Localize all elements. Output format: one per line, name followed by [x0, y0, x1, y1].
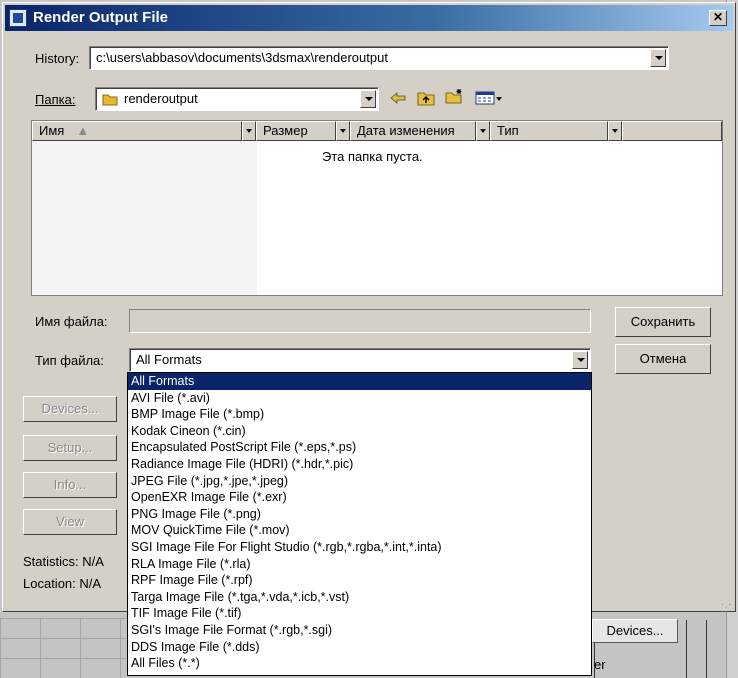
- filetype-option[interactable]: RPF Image File (*.rpf): [128, 572, 591, 589]
- name-column-shade: [32, 141, 257, 295]
- filetype-option[interactable]: SGI Image File For Flight Studio (*.rgb,…: [128, 539, 591, 556]
- filetype-options-list[interactable]: All Formats AVI File (*.avi) BMP Image Fil…: [127, 372, 592, 676]
- filetype-option[interactable]: DDS Image File (*.dds): [128, 639, 591, 656]
- history-combo[interactable]: c:\users\abbasov\documents\3dsmax\render…: [89, 46, 669, 70]
- file-list[interactable]: Имя ▲ Размер Дата изменения Тип Эта папка…: [31, 120, 723, 296]
- folder-icon: [102, 94, 118, 106]
- folder-value: renderoutput: [124, 91, 198, 106]
- column-size[interactable]: Размер: [256, 121, 336, 141]
- filetype-value: All Formats: [136, 352, 202, 367]
- background-divider: [706, 620, 707, 678]
- column-date[interactable]: Дата изменения: [350, 121, 476, 141]
- column-name-dropdown[interactable]: [242, 121, 256, 141]
- up-folder-icon[interactable]: [417, 90, 435, 106]
- filetype-option[interactable]: TIF Image File (*.tif): [128, 605, 591, 622]
- filetype-option[interactable]: Encapsulated PostScript File (*.eps,*.ps…: [128, 439, 591, 456]
- filetype-combo[interactable]: All Formats: [129, 348, 591, 372]
- folder-combo[interactable]: renderoutput: [95, 87, 379, 111]
- filetype-dropdown-button[interactable]: [572, 351, 588, 369]
- history-value: c:\users\abbasov\documents\3dsmax\render…: [96, 50, 388, 65]
- background-divider: [686, 620, 687, 678]
- column-type-dropdown[interactable]: [608, 121, 622, 141]
- filetype-option[interactable]: RLA Image File (*.rla): [128, 556, 591, 573]
- app-icon: [9, 9, 27, 27]
- filetype-option[interactable]: JPEG File (*.jpg,*.jpe,*.jpeg): [128, 473, 591, 490]
- devices-button[interactable]: Devices...: [23, 396, 117, 422]
- history-dropdown-button[interactable]: [650, 49, 666, 67]
- filetype-option[interactable]: MOV QuickTime File (*.mov): [128, 522, 591, 539]
- filename-label: Имя файла:: [35, 314, 108, 329]
- column-filler: [622, 121, 722, 141]
- setup-button[interactable]: Setup...: [23, 435, 117, 461]
- save-button[interactable]: Сохранить: [615, 307, 711, 337]
- filetype-option[interactable]: SGI's Image File Format (*.rgb,*.sgi): [128, 622, 591, 639]
- column-date-dropdown[interactable]: [476, 121, 490, 141]
- view-button[interactable]: View: [23, 509, 117, 535]
- background-viewport-grid: [0, 618, 126, 678]
- back-arrow-icon[interactable]: [389, 90, 407, 106]
- background-text-fragment: er: [594, 657, 606, 672]
- new-folder-icon[interactable]: [445, 88, 463, 104]
- column-name[interactable]: Имя ▲: [32, 121, 242, 141]
- close-button[interactable]: ✕: [709, 10, 727, 26]
- filetype-option[interactable]: AVI File (*.avi): [128, 390, 591, 407]
- filetype-option[interactable]: Targa Image File (*.tga,*.vda,*.icb,*.vs…: [128, 589, 591, 606]
- filename-input[interactable]: [129, 309, 591, 333]
- sort-icon: ▲: [76, 123, 90, 138]
- info-button[interactable]: Info...: [23, 472, 117, 498]
- column-name-label: Имя: [39, 123, 65, 138]
- history-label: History:: [35, 51, 80, 66]
- close-icon: ✕: [712, 10, 724, 24]
- column-size-dropdown[interactable]: [336, 121, 350, 141]
- statistics-text: Statistics: N/A: [23, 554, 104, 569]
- cancel-button[interactable]: Отмена: [615, 344, 711, 374]
- window-title: Render Output File: [33, 9, 168, 26]
- location-text: Location: N/A: [23, 576, 102, 591]
- view-menu-icon[interactable]: [475, 90, 503, 106]
- filetype-option[interactable]: Radiance Image File (HDRI) (*.hdr,*.pic): [128, 456, 591, 473]
- filetype-label: Тип файла:: [35, 353, 104, 368]
- folder-dropdown-button[interactable]: [360, 90, 376, 108]
- background-devices-button[interactable]: Devices...: [592, 619, 678, 643]
- title-bar[interactable]: Render Output File ✕: [5, 5, 733, 31]
- file-list-header: Имя ▲ Размер Дата изменения Тип: [32, 121, 722, 141]
- filetype-option[interactable]: Kodak Cineon (*.cin): [128, 423, 591, 440]
- filetype-option[interactable]: OpenEXR Image File (*.exr): [128, 489, 591, 506]
- resize-grip-icon[interactable]: . ..:: [721, 598, 735, 615]
- empty-folder-message: Эта папка пуста.: [322, 149, 423, 164]
- folder-label: Папка:: [35, 92, 76, 107]
- filetype-option[interactable]: PNG Image File (*.png): [128, 506, 591, 523]
- filetype-option[interactable]: All Formats: [128, 373, 591, 390]
- column-type[interactable]: Тип: [490, 121, 608, 141]
- filetype-option[interactable]: All Files (*.*): [128, 655, 591, 672]
- filetype-option[interactable]: BMP Image File (*.bmp): [128, 406, 591, 423]
